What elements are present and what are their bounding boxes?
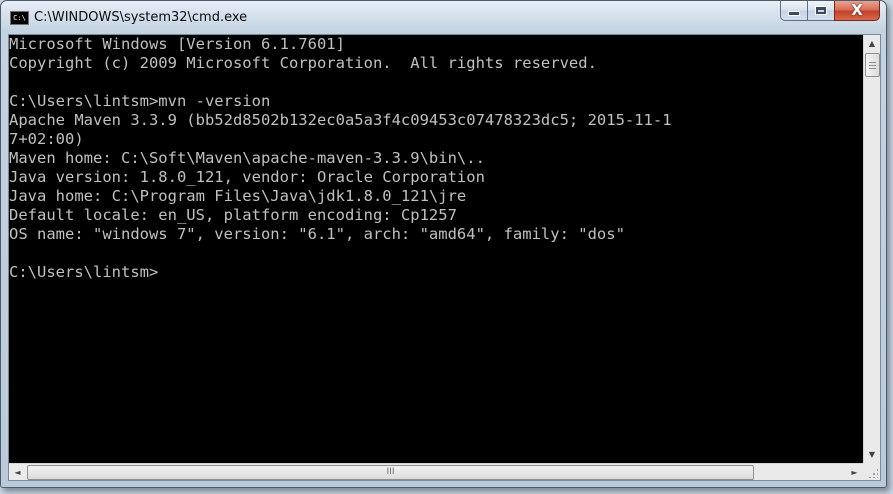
resize-grip-icon[interactable] xyxy=(863,463,880,480)
title-bar[interactable]: C:\ C:\WINDOWS\system32\cmd.exe X xyxy=(1,1,886,35)
console-line: Java version: 1.8.0_121, vendor: Oracle … xyxy=(9,168,485,186)
close-icon: X xyxy=(851,1,863,19)
console-output[interactable]: Microsoft Windows [Version 6.1.7601] Copy… xyxy=(9,35,863,463)
window-title: C:\WINDOWS\system32\cmd.exe xyxy=(34,10,248,25)
vertical-scroll-thumb[interactable] xyxy=(865,53,880,77)
maximize-icon xyxy=(815,6,827,15)
console-line: Default locale: en_US, platform encoding… xyxy=(9,206,457,224)
console-line: Java home: C:\Program Files\Java\jdk1.8.… xyxy=(9,187,467,205)
close-button[interactable]: X xyxy=(834,1,880,21)
vertical-scrollbar[interactable]: ▲ ▼ xyxy=(863,35,880,463)
console-line: Copyright (c) 2009 Microsoft Corporation… xyxy=(9,54,597,72)
console-line: Maven home: C:\Soft\Maven\apache-maven-3… xyxy=(9,149,485,167)
caption-buttons: X xyxy=(780,1,880,22)
scroll-up-arrow-icon[interactable]: ▲ xyxy=(864,35,880,52)
minimize-icon xyxy=(788,11,800,16)
horizontal-scrollbar[interactable]: ◄ III ► xyxy=(9,463,863,480)
horizontal-scroll-thumb[interactable]: III xyxy=(27,465,754,480)
console-line: Microsoft Windows [Version 6.1.7601] xyxy=(9,35,345,53)
cmd-window: C:\ C:\WINDOWS\system32\cmd.exe X Micros… xyxy=(0,0,887,488)
scroll-down-arrow-icon[interactable]: ▼ xyxy=(864,446,880,463)
console-client-area: Microsoft Windows [Version 6.1.7601] Copy… xyxy=(8,34,881,481)
minimize-button[interactable] xyxy=(780,1,807,21)
console-line: C:\Users\lintsm> xyxy=(9,263,159,281)
scroll-thumb-grip: III xyxy=(386,467,395,477)
console-line: OS name: "windows 7", version: "6.1", ar… xyxy=(9,225,625,243)
cmd-app-icon[interactable]: C:\ xyxy=(10,11,29,25)
console-line: C:\Users\lintsm>mvn -version xyxy=(9,92,271,110)
maximize-button[interactable] xyxy=(807,1,834,21)
scroll-left-arrow-icon[interactable]: ◄ xyxy=(9,464,26,480)
console-line: 7+02:00) xyxy=(9,130,84,148)
console-line: Apache Maven 3.3.9 (bb52d8502b132ec0a5a3… xyxy=(9,111,672,129)
scroll-right-arrow-icon[interactable]: ► xyxy=(846,464,863,480)
